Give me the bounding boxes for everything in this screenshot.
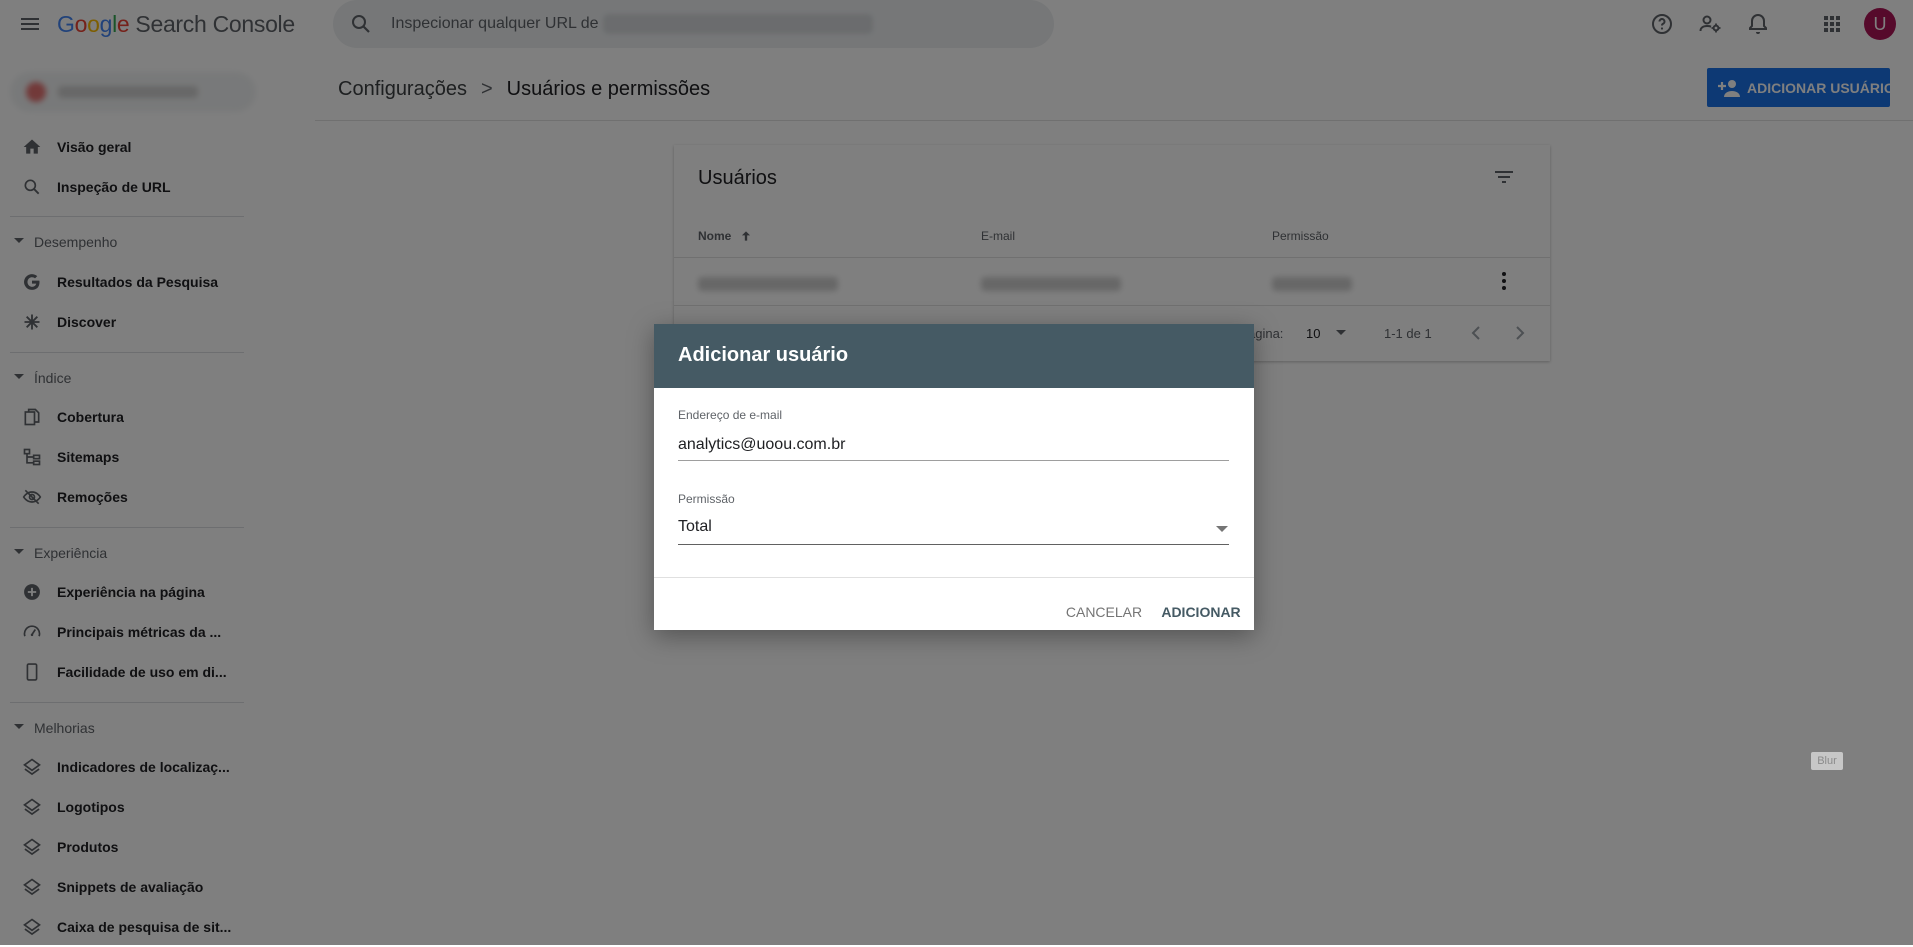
permission-value: Total — [678, 518, 712, 535]
dialog-divider — [654, 577, 1254, 578]
dialog-header: Adicionar usuário — [654, 324, 1254, 388]
dialog-title: Adicionar usuário — [678, 344, 849, 366]
cancel-label: CANCELAR — [1065, 604, 1143, 620]
add-label: ADICIONAR — [1161, 604, 1241, 620]
email-field[interactable] — [678, 430, 1229, 461]
blur-tag: Blur — [1811, 752, 1843, 770]
email-field-label: Endereço de e-mail — [678, 408, 783, 422]
add-button[interactable]: ADICIONAR — [1160, 595, 1242, 629]
add-user-dialog: Adicionar usuário Endereço de e-mail Per… — [654, 324, 1254, 630]
permission-field-label: Permissão — [678, 492, 735, 506]
cancel-button[interactable]: CANCELAR — [1058, 595, 1150, 629]
dropdown-arrow-icon — [1216, 526, 1228, 532]
permission-select[interactable]: Total — [678, 514, 1229, 545]
